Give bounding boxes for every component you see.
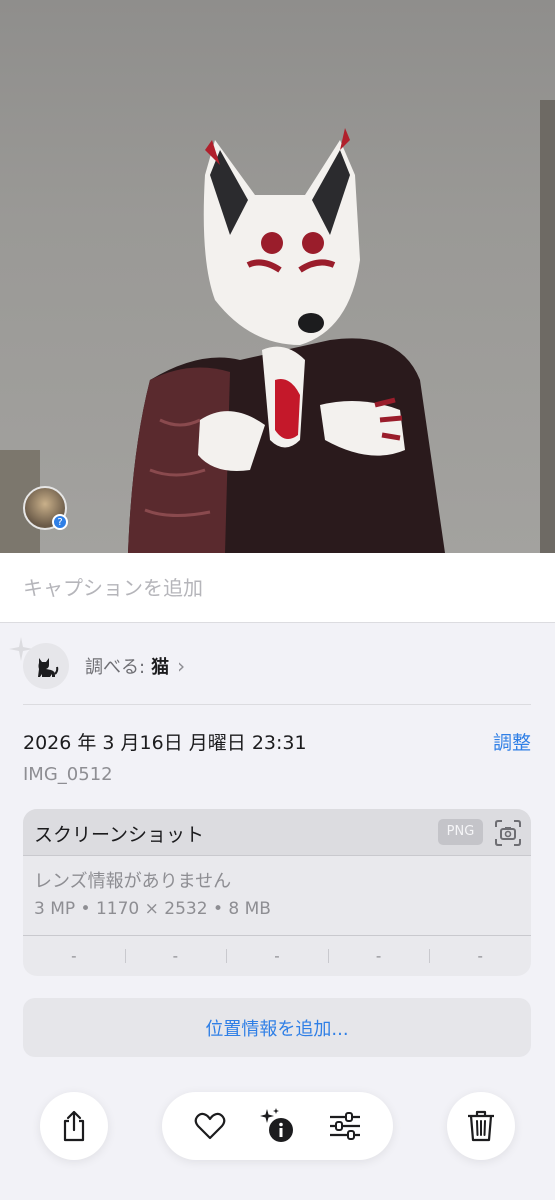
question-badge-icon: ? (52, 514, 68, 530)
exif-exposure: - (226, 947, 328, 965)
exif-aperture: - (327, 947, 430, 965)
photo-view[interactable]: ? (0, 0, 555, 553)
cat-icon (38, 658, 59, 677)
exif-shutter: - (429, 947, 531, 965)
caption-area (0, 553, 555, 623)
screenshot-camera-icon (495, 820, 521, 846)
info-button[interactable] (252, 1101, 302, 1151)
lookup-subject: 猫 (151, 657, 170, 678)
share-button[interactable] (40, 1092, 108, 1160)
exif-focal-length: - (124, 947, 227, 965)
adjust-date-button[interactable]: 調整 (493, 728, 531, 755)
add-location-button[interactable]: 位置情報を追加... (23, 998, 531, 1057)
exif-iso: - (71, 947, 77, 965)
lookup-icon-circle (23, 643, 69, 689)
delete-button[interactable] (447, 1092, 515, 1160)
photo-image (0, 100, 555, 553)
metadata-header: スクリーンショット PNG (23, 809, 531, 856)
metadata-card: スクリーンショット PNG レンズ情報がありません 3 MP • 1170 × … (23, 809, 531, 976)
lookup-prefix: 調べる: (85, 657, 146, 678)
lookup-label: 調べる: 猫 (85, 653, 169, 679)
file-name: IMG_0512 (23, 764, 113, 785)
sliders-icon (330, 1112, 361, 1140)
toolbar-actions (162, 1092, 393, 1160)
share-icon (63, 1110, 85, 1142)
exif-row: - - - - - (23, 935, 531, 976)
photo-info-screen: ? 調べる:猫 › 2026 年 3 月16日 月曜日 23:31 調整 IMG… (0, 0, 555, 1200)
trash-icon (468, 1110, 494, 1142)
photo-date: 2026 年 3 月16日 月曜日 23:31 (23, 732, 307, 754)
format-badge: PNG (438, 819, 483, 845)
favorite-button[interactable] (185, 1101, 235, 1151)
heart-icon (194, 1112, 226, 1140)
lens-info: レンズ情報がありません (34, 871, 232, 892)
metadata-title: スクリーンショット (34, 824, 205, 846)
divider (23, 704, 531, 705)
info-sparkle-icon (260, 1108, 294, 1142)
caption-input[interactable] (23, 571, 523, 605)
image-specs: 3 MP • 1170 × 2532 • 8 MB (34, 899, 271, 919)
chevron-right-icon: › (177, 654, 186, 678)
visual-lookup-avatar[interactable]: ? (23, 486, 68, 530)
visual-lookup-row[interactable]: 調べる: 猫 › (23, 640, 531, 692)
edit-button[interactable] (320, 1101, 370, 1151)
